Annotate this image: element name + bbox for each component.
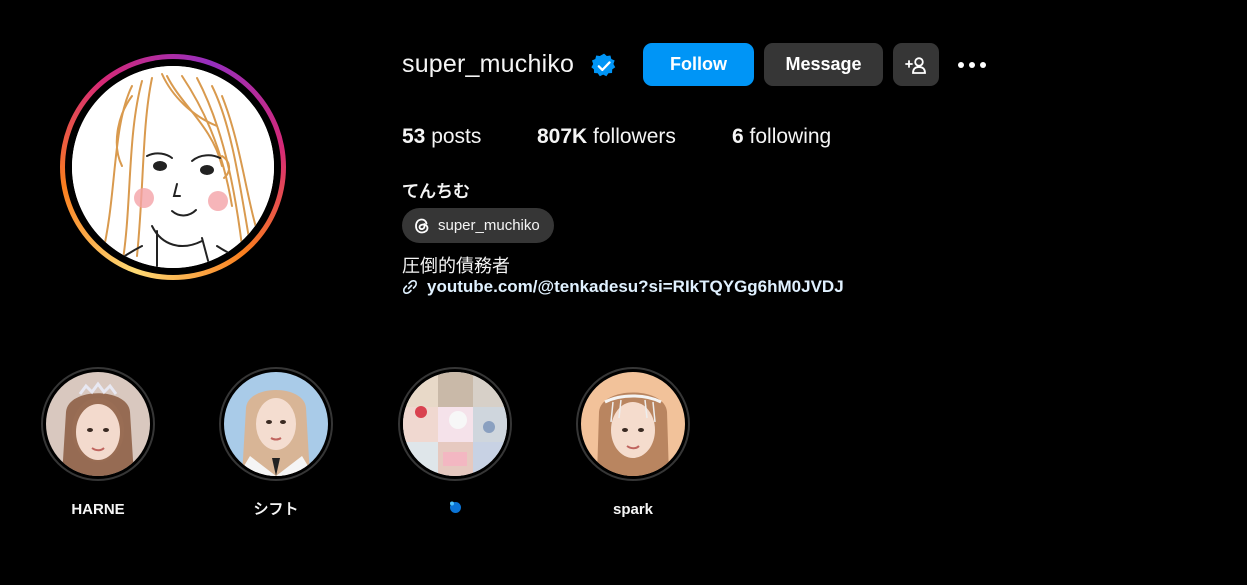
profile-username: super_muchiko	[402, 50, 575, 78]
posts-label: posts	[425, 125, 482, 148]
highlight-collage[interactable]	[398, 367, 512, 521]
more-options-icon	[958, 62, 986, 68]
profile-link[interactable]: youtube.com/@tenkadesu?si=RIkTQYGg6hM0JV…	[402, 277, 844, 297]
avatar-ring-gap	[65, 59, 281, 275]
highlight-ring	[219, 367, 333, 481]
highlight-spark[interactable]: spark	[576, 367, 690, 521]
highlight-cover	[403, 372, 507, 476]
verified-badge-icon	[591, 53, 616, 77]
following-number: 6	[732, 125, 744, 148]
followers-number: 807K	[537, 125, 588, 148]
follow-button[interactable]: Follow	[643, 43, 754, 86]
threads-handle: super_muchiko	[438, 217, 540, 234]
profile-full-name: てんちむ	[402, 182, 470, 201]
highlight-cover	[581, 372, 685, 476]
threads-icon	[415, 218, 429, 233]
highlight-cover-image	[581, 372, 685, 476]
avatar-drawing	[72, 66, 274, 268]
followers-link[interactable]: 807K followers	[537, 125, 676, 149]
highlight-cover-image	[46, 372, 150, 476]
posts-count: 53 posts	[402, 125, 481, 149]
highlight-harne[interactable]: HARNE	[41, 367, 155, 521]
highlight-label: HARNE	[71, 501, 125, 518]
highlight-ring	[576, 367, 690, 481]
highlight-ring	[398, 367, 512, 481]
highlight-label: シフト	[253, 501, 299, 518]
more-options-button[interactable]	[952, 48, 992, 82]
highlight-ring	[41, 367, 155, 481]
highlight-shift[interactable]: シフト	[219, 367, 333, 521]
profile-avatar[interactable]	[60, 54, 286, 280]
following-label: following	[743, 125, 832, 148]
posts-number: 53	[402, 125, 426, 148]
profile-bio: 圧倒的債務者	[402, 256, 510, 276]
following-link[interactable]: 6 following	[732, 125, 831, 149]
suggested-accounts-button[interactable]	[893, 43, 939, 86]
highlight-cover-image	[403, 372, 507, 476]
blue-bubble-emoji-icon	[450, 501, 461, 513]
profile-link-text: youtube.com/@tenkadesu?si=RIkTQYGg6hM0JV…	[427, 277, 844, 296]
add-person-icon	[905, 56, 926, 74]
highlight-label	[398, 499, 512, 521]
highlight-cover	[224, 372, 328, 476]
highlight-cover	[46, 372, 150, 476]
link-icon	[403, 280, 417, 294]
message-button[interactable]: Message	[764, 43, 883, 86]
highlight-cover-image	[224, 372, 328, 476]
followers-label: followers	[587, 125, 676, 148]
highlight-label: spark	[612, 501, 654, 518]
threads-badge[interactable]: super_muchiko	[402, 208, 554, 243]
avatar-image	[72, 66, 274, 268]
